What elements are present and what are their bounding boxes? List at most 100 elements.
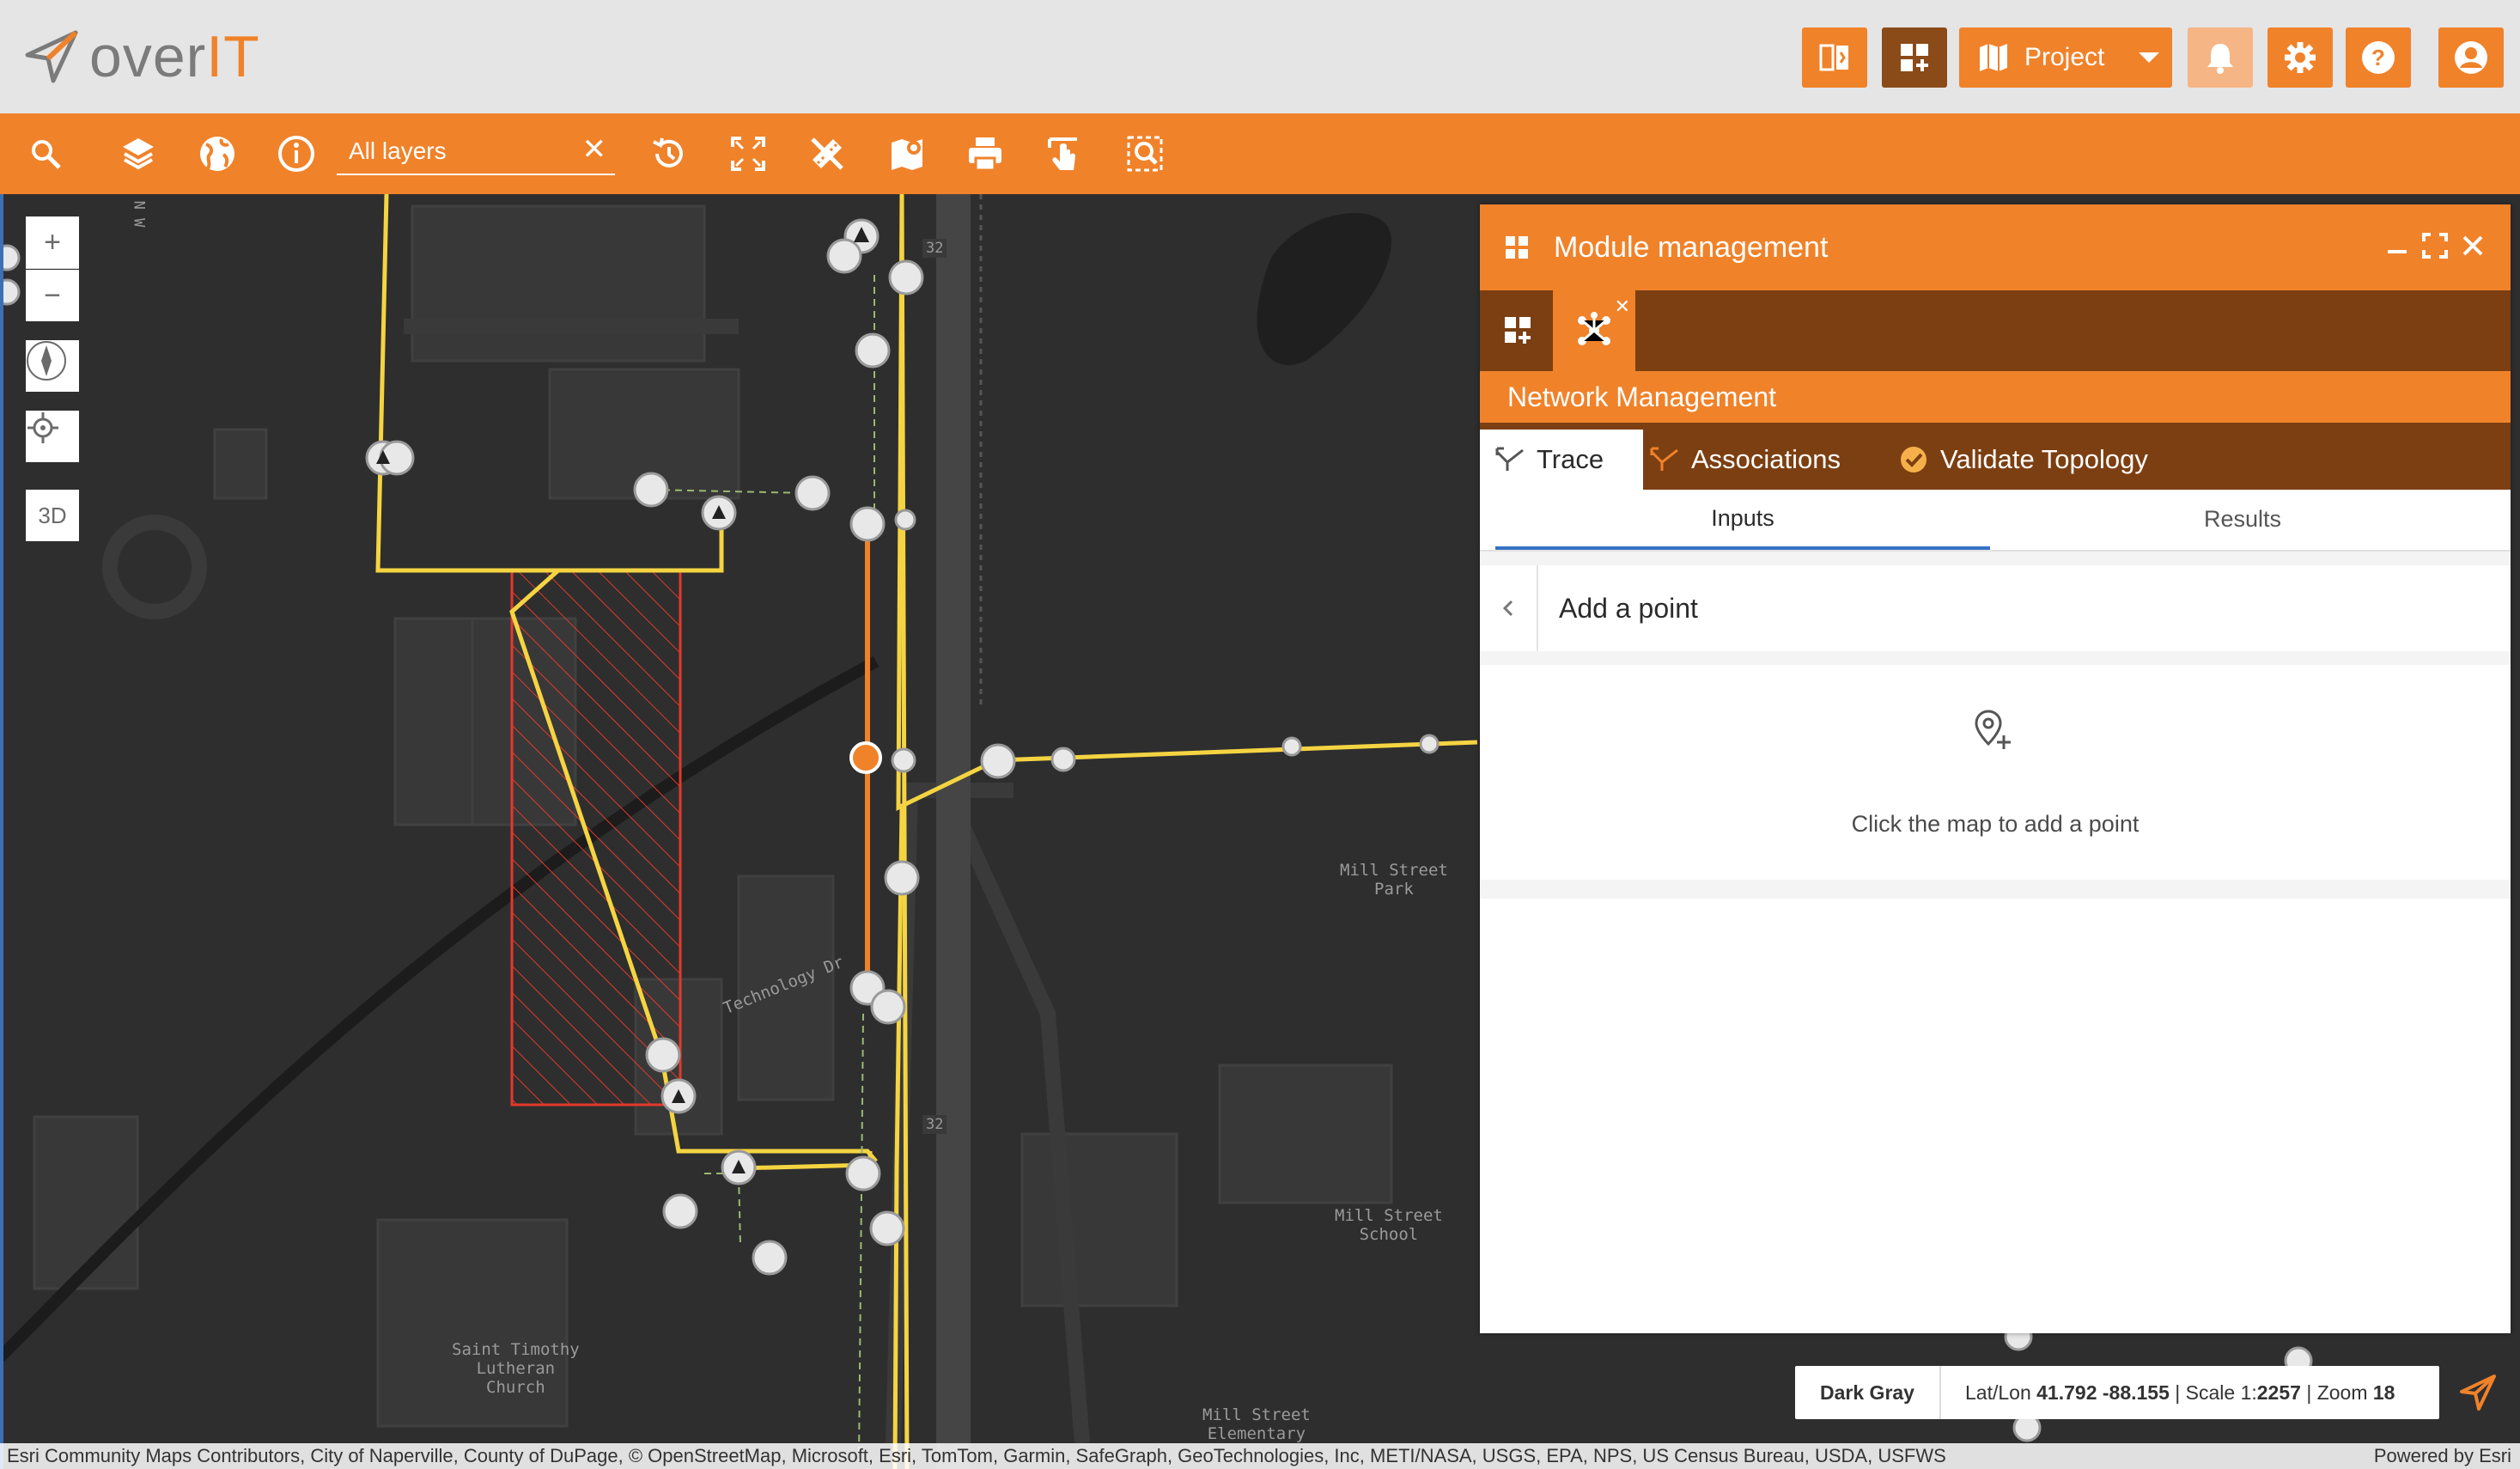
full-extent-tool[interactable] [725, 131, 771, 177]
add-point-hint: Click the map to add a point [1851, 811, 2140, 837]
module-name-bar: Network Management [1480, 371, 2511, 423]
layers-icon [123, 138, 154, 170]
notifications-button[interactable] [2188, 27, 2253, 88]
close-icon [2462, 235, 2483, 256]
subtab-inputs[interactable]: Inputs [1495, 490, 1990, 550]
locate-button[interactable] [26, 411, 79, 462]
chevron-down-icon [2139, 52, 2160, 63]
network-icon [1578, 312, 1610, 345]
select-zoom-tool[interactable] [1122, 131, 1168, 177]
network-tabs: Trace Associations Validate Topology [1480, 423, 2511, 490]
gear-icon [2285, 42, 2316, 73]
select-zoom-icon [1127, 136, 1163, 172]
basemap-name[interactable]: Dark Gray [1795, 1366, 1941, 1419]
user-button[interactable] [2438, 27, 2504, 88]
touch-tool[interactable] [1041, 131, 1087, 177]
latlon-value: 41.792 -88.155 [2036, 1381, 2170, 1404]
maximize-icon [2422, 233, 2448, 259]
panel-header: Module management [1480, 204, 2511, 290]
tab-trace-label: Trace [1537, 444, 1604, 474]
print-icon [969, 137, 1001, 172]
minimize-button[interactable] [2380, 229, 2414, 263]
svg-text:?: ? [2371, 45, 2385, 70]
check-circle-icon [1901, 447, 1927, 472]
overit-mini-logo-icon [2460, 1375, 2496, 1411]
map-coordinates: Lat/Lon 41.792 -88.155 | Scale 1:2257 | … [1941, 1381, 2395, 1405]
module-grid-icon [1506, 236, 1528, 259]
map-status-bar: Dark Gray Lat/Lon 41.792 -88.155 | Scale… [1795, 1366, 2439, 1419]
tab-validate-topology-label: Validate Topology [1940, 444, 2148, 474]
step-title: Add a point [1559, 592, 1698, 624]
globe-icon [200, 137, 234, 171]
step-header: Add a point [1480, 565, 2511, 651]
zoom-in-button[interactable]: + [26, 216, 79, 269]
park-label: Mill Street Park [1340, 861, 1448, 899]
search-icon [32, 140, 61, 169]
user-icon [2455, 41, 2487, 74]
module-tabs: ✕ [1480, 290, 2511, 371]
associations-icon [1650, 447, 1678, 471]
school-label: Mill Street School [1335, 1206, 1443, 1244]
scale-label: | Scale 1: [2175, 1381, 2257, 1404]
close-module-tab-icon[interactable]: ✕ [1615, 296, 1630, 318]
tab-validate-topology[interactable]: Validate Topology [1899, 430, 2148, 490]
compass-icon [27, 341, 66, 381]
route-shield: 32 [922, 1115, 947, 1134]
help-icon: ? [2362, 41, 2395, 74]
network-module-tab[interactable]: ✕ [1553, 290, 1635, 371]
panel-title: Module management [1554, 230, 1829, 264]
add-module-tab[interactable] [1480, 290, 1557, 371]
history-tool[interactable] [646, 131, 692, 177]
history-icon [653, 137, 683, 168]
tab-trace[interactable]: Trace [1480, 430, 1643, 490]
settings-button[interactable] [2267, 27, 2333, 88]
measure-tool[interactable] [804, 131, 850, 177]
overit-logo: overIT [24, 26, 260, 88]
touch-icon [1048, 137, 1077, 170]
compass-button[interactable] [26, 340, 79, 392]
logo-text: overIT [89, 24, 260, 89]
measure-icon [811, 137, 843, 170]
add-module-icon [1505, 317, 1531, 344]
logo-arrow-icon [25, 30, 78, 83]
help-button[interactable]: ? [2346, 27, 2411, 88]
fullscreen-icon [731, 137, 765, 171]
tab-associations[interactable]: Associations [1650, 430, 1841, 490]
basemap-tool[interactable] [194, 131, 240, 177]
maximize-button[interactable] [2418, 229, 2452, 263]
add-module-button[interactable] [1882, 27, 1947, 88]
powered-by-esri[interactable]: Powered by Esri [2374, 1443, 2511, 1469]
bell-icon [2207, 44, 2233, 74]
step-body[interactable]: Click the map to add a point [1480, 665, 2511, 880]
map-edit-tool[interactable] [885, 131, 931, 177]
close-panel-button[interactable] [2456, 229, 2490, 263]
layers-tool[interactable] [115, 131, 161, 177]
route-shield: 32 [922, 239, 947, 258]
subtab-results[interactable]: Results [1995, 490, 2490, 548]
add-module-icon [1901, 44, 1928, 71]
search-tool[interactable] [22, 131, 69, 177]
layers-filter-input[interactable] [337, 137, 574, 166]
print-tool[interactable] [962, 131, 1008, 177]
elementary-label: Mill Street Elementary [1202, 1405, 1311, 1443]
app-header: overIT Project ? [0, 0, 2520, 113]
tab-associations-label: Associations [1691, 444, 1841, 474]
3d-toggle-button[interactable]: 3D [26, 490, 79, 541]
identify-tool[interactable] [273, 131, 320, 177]
locate-icon [27, 412, 58, 443]
clear-filter-icon[interactable]: ✕ [582, 132, 607, 167]
info-icon [278, 136, 314, 172]
layers-filter: ✕ [337, 129, 615, 175]
chevron-left-icon [1502, 600, 1513, 617]
map-edit-icon [892, 139, 922, 170]
latlon-label: Lat/Lon [1965, 1381, 2031, 1404]
map-toolbar: ✕ [0, 113, 2520, 194]
trace-subtabs: Inputs Results [1480, 490, 2511, 552]
map-attribution: Esri Community Maps Contributors, City o… [0, 1443, 2520, 1469]
zoom-out-button[interactable]: − [26, 270, 79, 321]
split-view-button[interactable] [1802, 27, 1867, 88]
back-button[interactable] [1480, 565, 1538, 651]
split-view-icon [1819, 44, 1848, 71]
zoom-value: 18 [2372, 1381, 2395, 1404]
project-dropdown[interactable]: Project [1959, 27, 2172, 88]
